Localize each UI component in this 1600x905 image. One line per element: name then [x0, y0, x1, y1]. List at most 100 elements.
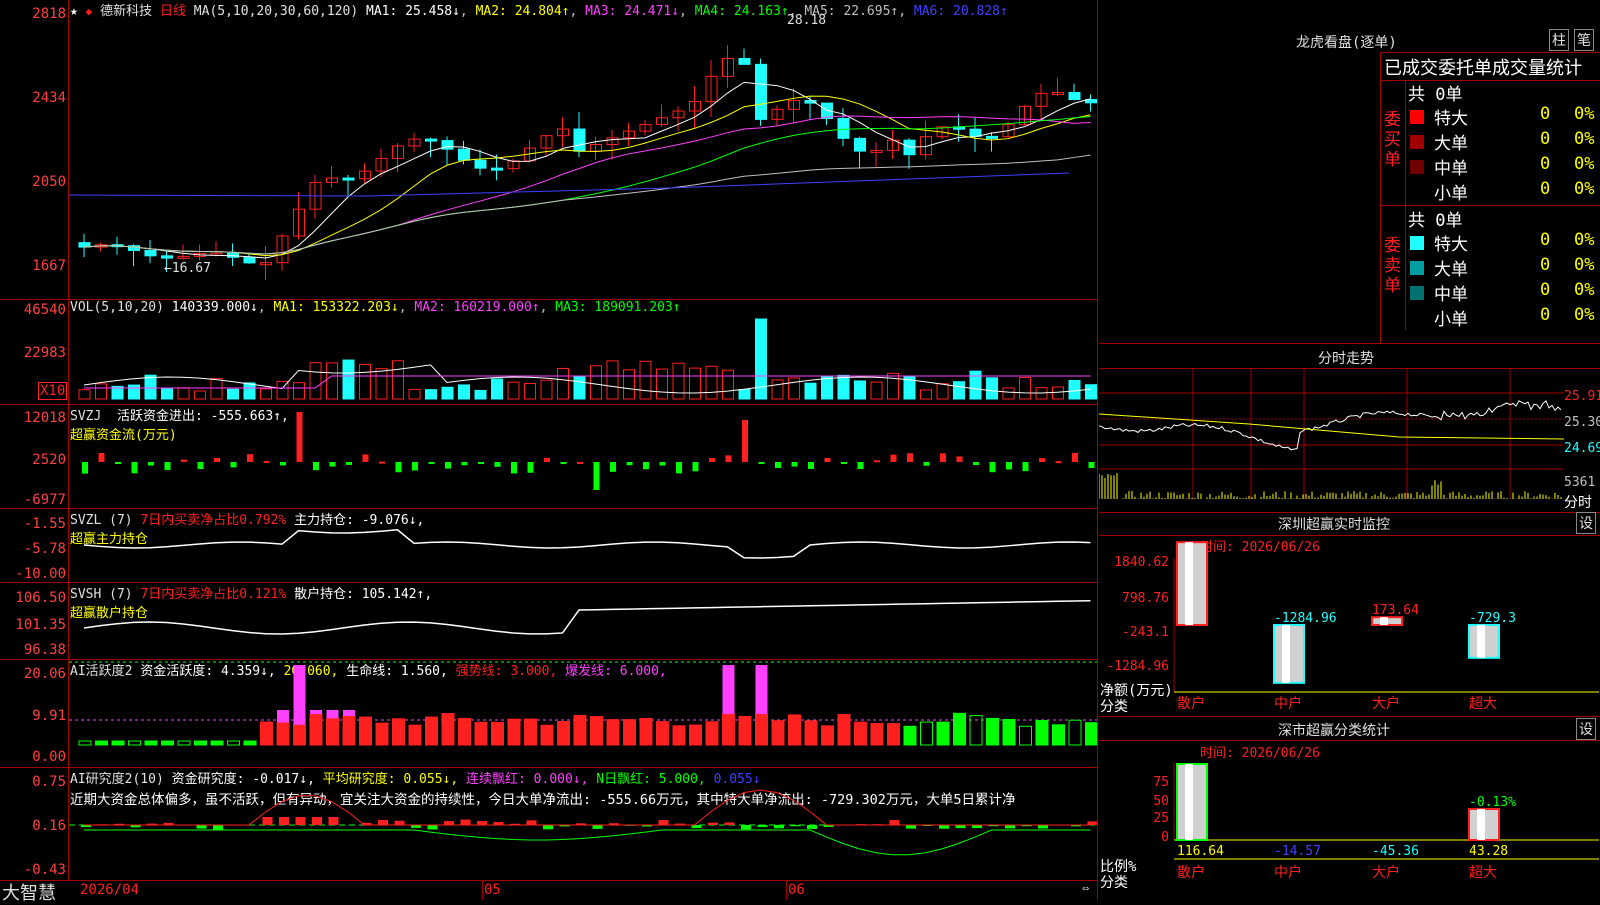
ai2-bar — [939, 825, 949, 829]
scroll-icon[interactable]: ⇔ — [1082, 881, 1089, 895]
candle-body — [475, 160, 486, 168]
svzj-bar — [313, 462, 319, 470]
svzj-bar — [412, 462, 418, 471]
lhb-row-value: 0 — [1540, 280, 1550, 300]
volume-bar — [459, 385, 470, 399]
ai2-bar — [659, 820, 669, 825]
ai2-bar — [378, 820, 388, 825]
svzj-bar — [907, 453, 913, 462]
ai1-bar — [525, 719, 537, 745]
volume-bar — [393, 361, 404, 399]
volume-bar — [178, 388, 189, 399]
ai2-bar — [279, 817, 289, 825]
ai1-bar — [937, 722, 949, 745]
category-label: 超大 — [1469, 865, 1497, 881]
lhb-row-value: 0 — [1540, 129, 1550, 149]
volume-bar — [838, 375, 849, 399]
ai1-bar — [1086, 723, 1098, 745]
ai1-bar — [327, 718, 339, 745]
volume-bar — [294, 383, 305, 399]
intraday-chart[interactable] — [1099, 369, 1564, 509]
volume-bar — [1020, 377, 1031, 399]
candle-body — [855, 138, 866, 151]
bar-view-button[interactable]: 柱 — [1549, 29, 1569, 51]
svsh-tick: 106.50 — [0, 590, 66, 606]
ai1-bar — [211, 741, 223, 745]
lhb-color-swatch — [1410, 286, 1424, 300]
bar-y-tick: 25 — [1153, 811, 1169, 826]
ai1-bar — [79, 741, 91, 745]
price-tick: 2818 — [0, 6, 66, 22]
ai2-bar — [543, 825, 553, 829]
svzj-bar — [1006, 462, 1012, 469]
lhb-row-pct: 0% — [1574, 230, 1594, 250]
ma-line — [84, 155, 1091, 254]
svzj-bar — [792, 462, 798, 467]
low-price-label: ←16.67 — [164, 261, 211, 276]
bar-y-tick: 75 — [1153, 775, 1169, 790]
classify-border — [1099, 716, 1600, 717]
ai2-bar — [461, 820, 471, 825]
lhb-row-pct: 0% — [1574, 129, 1594, 149]
tick-view-button[interactable]: 笔 — [1574, 29, 1594, 51]
ai1-tick: 20.06 — [0, 666, 66, 682]
volume-bar — [1086, 385, 1097, 399]
ai1-bar — [558, 722, 570, 745]
svzj-bar — [99, 453, 105, 462]
ai1-bar — [178, 741, 190, 745]
ai1-bar — [376, 723, 388, 745]
bar-y-tick: -243.1 — [1122, 625, 1169, 640]
svzj-bar — [808, 462, 814, 469]
classify-cat-label: 分类 — [1100, 872, 1128, 892]
ai1-bar — [1003, 719, 1015, 745]
svzj-bar — [990, 462, 996, 472]
volume-bar — [475, 390, 486, 399]
ai1-bar — [690, 725, 702, 745]
ai1-bar — [426, 717, 438, 745]
svzj-bar — [1089, 462, 1095, 468]
volume-bar — [574, 377, 585, 399]
candle-body — [426, 139, 437, 141]
svzl-tick: -1.55 — [0, 516, 66, 532]
svzj-bar — [1056, 461, 1062, 463]
candle-body — [244, 257, 255, 263]
svzj-bar — [280, 462, 286, 465]
volume-bar — [640, 361, 651, 399]
svzj-bar — [577, 462, 583, 464]
ai2-bar — [1088, 821, 1098, 825]
category-bar-highlight — [1282, 625, 1290, 683]
lhb-color-swatch — [1410, 160, 1424, 174]
ai1-bar — [294, 725, 306, 745]
ai1-bar — [442, 714, 454, 745]
ai2-bar — [1005, 825, 1015, 828]
bar-value-label: -45.36 — [1372, 844, 1419, 859]
svzl-line — [84, 530, 1091, 558]
classify-settings-button[interactable]: 设 — [1576, 718, 1596, 740]
ai1-bar — [508, 719, 520, 745]
ai1-bar — [607, 720, 619, 745]
category-bar-highlight — [1477, 809, 1485, 840]
svzj-bar — [924, 462, 930, 466]
ai2-bar — [395, 821, 405, 825]
lhb-row-pct: 0% — [1574, 280, 1594, 300]
volume-bar — [739, 389, 750, 399]
monitor-settings-button[interactable]: 设 — [1576, 512, 1596, 534]
ai2-bar — [213, 825, 223, 829]
ai2-bar — [807, 825, 817, 829]
volume-bar — [129, 385, 140, 399]
svzj-bar — [478, 462, 484, 464]
svzj-bar — [1023, 462, 1029, 471]
x-axis-label: 2026/04 — [80, 882, 139, 898]
kline-chart[interactable] — [69, 0, 1097, 880]
price-tick: 2050 — [0, 174, 66, 190]
ai1-bar — [310, 714, 322, 745]
ma6-line — [69, 173, 1069, 196]
ai1-bar — [673, 726, 685, 745]
volume-bar — [723, 370, 734, 399]
ai1-bar — [657, 722, 669, 745]
intraday-title: 分时走势 — [1318, 348, 1374, 368]
ai2-bar — [444, 821, 454, 825]
vol-ma1 — [84, 365, 1091, 393]
svzj-bar — [676, 462, 682, 473]
classify-title: 深市超赢分类统计 — [1278, 720, 1390, 740]
